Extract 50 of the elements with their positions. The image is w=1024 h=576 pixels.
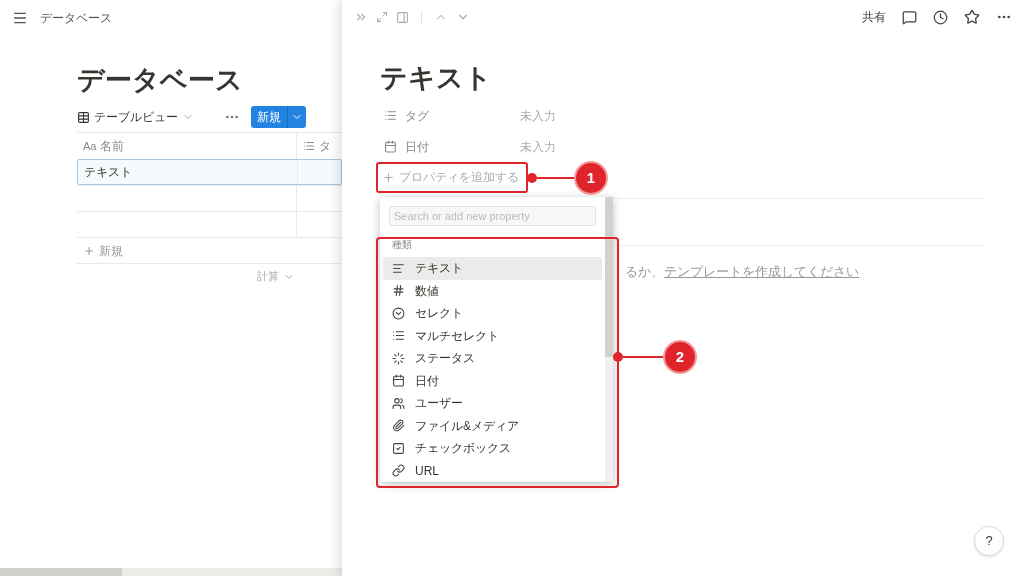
new-button[interactable]: 新規	[251, 106, 306, 128]
table-cell[interactable]: テキスト	[84, 163, 132, 181]
menu-item[interactable]: ファイル&メディア	[383, 414, 602, 437]
page-title: データベース	[77, 64, 244, 97]
calendar-icon	[384, 140, 397, 153]
menu-item[interactable]: チェックボックス	[383, 437, 602, 460]
comment-icon[interactable]	[902, 9, 917, 25]
menu-item[interactable]: 数値	[383, 279, 602, 302]
share-button[interactable]: 共有	[862, 8, 886, 26]
menu-item[interactable]: 日付	[383, 369, 602, 392]
menu-item[interactable]: ステータス	[383, 347, 602, 370]
table-icon	[77, 110, 90, 124]
breadcrumb[interactable]: データベース	[40, 9, 112, 27]
property-name[interactable]: タグ	[405, 106, 429, 125]
circle-caret-icon	[392, 306, 405, 320]
list-icon	[384, 109, 397, 122]
lines-icon	[392, 261, 405, 275]
scrollbar-thumb[interactable]	[605, 197, 613, 357]
list-icon	[392, 329, 405, 343]
spinner-icon	[392, 351, 405, 365]
link-icon	[392, 464, 405, 478]
scrollbar-thumb[interactable]	[0, 568, 122, 576]
property-name[interactable]: 日付	[405, 137, 429, 156]
section-label: 種類	[392, 238, 413, 252]
clock-icon[interactable]	[933, 9, 948, 25]
list-icon	[303, 140, 315, 152]
hash-icon	[392, 284, 405, 298]
menu-item[interactable]: テキスト	[383, 257, 602, 280]
menu-item[interactable]: URL	[383, 459, 602, 482]
paperclip-icon	[392, 419, 405, 433]
calendar-icon	[392, 374, 405, 388]
view-tab[interactable]: テーブルビュー	[77, 108, 194, 126]
empty-page-hint: るか、テンプレートを作成してください	[625, 264, 859, 279]
column-header[interactable]: タ	[297, 133, 342, 159]
leader-line	[613, 352, 665, 362]
star-icon[interactable]	[964, 9, 980, 25]
checkbox-icon	[392, 441, 405, 455]
plus-icon	[382, 171, 395, 184]
plus-icon	[83, 244, 95, 257]
double-chevron-icon[interactable]	[354, 10, 368, 24]
people-icon	[392, 396, 405, 410]
expand-icon[interactable]	[376, 11, 388, 23]
menu-item[interactable]: マルチセレクト	[383, 324, 602, 347]
page-title: テキスト	[380, 62, 493, 95]
menu-item[interactable]: セレクト	[383, 302, 602, 325]
help-button[interactable]: ?	[974, 526, 1004, 556]
search-field[interactable]: Search or add new property	[389, 206, 596, 226]
menu-item[interactable]: ユーザー	[383, 392, 602, 415]
menu-icon[interactable]	[12, 10, 28, 26]
side-panel-icon[interactable]	[396, 10, 409, 24]
